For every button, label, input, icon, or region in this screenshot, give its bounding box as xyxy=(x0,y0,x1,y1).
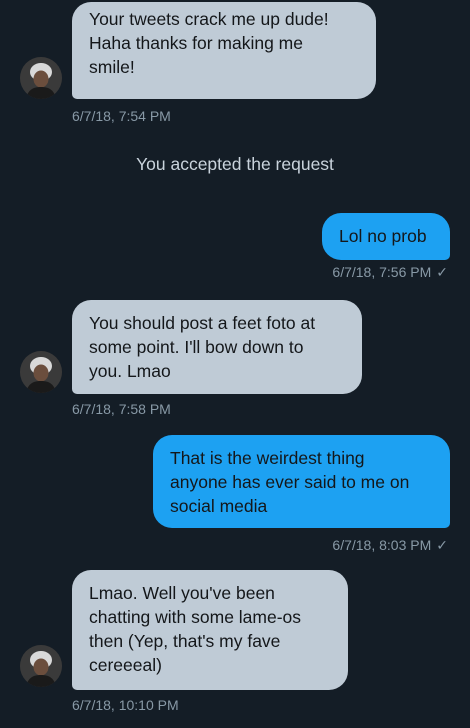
message-timestamp: 6/7/18, 7:58 PM xyxy=(72,401,171,417)
message-bubble-sent[interactable]: That is the weirdest thing anyone has ev… xyxy=(153,435,450,528)
avatar[interactable] xyxy=(20,57,62,99)
timestamp-text: 6/7/18, 7:56 PM xyxy=(332,264,432,280)
message-bubble-received[interactable]: Your tweets crack me up dude! Haha thank… xyxy=(72,2,376,99)
read-check-icon: ✓ xyxy=(436,264,448,280)
message-timestamp: 6/7/18, 7:54 PM xyxy=(72,108,171,124)
message-bubble-sent[interactable]: Lol no prob xyxy=(322,213,450,260)
message-bubble-received[interactable]: Lmao. Well you've been chatting with som… xyxy=(72,570,348,690)
read-check-icon: ✓ xyxy=(436,537,448,553)
request-accepted-notice: You accepted the request xyxy=(136,154,334,174)
message-timestamp: 6/7/18, 7:56 PM ✓ xyxy=(332,263,448,281)
message-bubble-received[interactable]: You should post a feet foto at some poin… xyxy=(72,300,362,394)
timestamp-text: 6/7/18, 8:03 PM xyxy=(332,537,432,553)
message-timestamp: 6/7/18, 10:10 PM xyxy=(72,697,179,713)
avatar-photo-icon xyxy=(20,351,62,393)
avatar[interactable] xyxy=(20,351,62,393)
avatar-photo-icon xyxy=(20,57,62,99)
avatar-photo-icon xyxy=(20,645,62,687)
message-timestamp: 6/7/18, 8:03 PM ✓ xyxy=(332,536,448,554)
avatar[interactable] xyxy=(20,645,62,687)
